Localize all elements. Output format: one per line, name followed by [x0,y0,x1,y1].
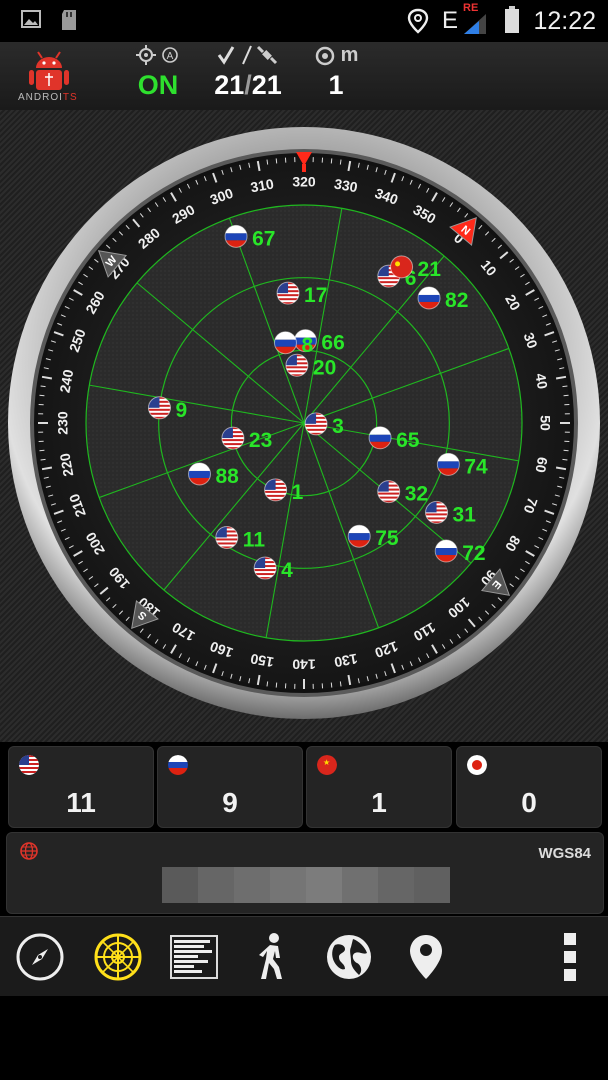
count-card-gps[interactable]: 11 [8,746,154,828]
degree-tick [562,385,568,388]
satellite-id: 82 [445,289,468,312]
svg-text:★: ★ [323,758,330,767]
degree-tick [339,159,342,165]
satellite-id: 74 [464,455,488,478]
degree-tick [275,158,278,164]
satellite-id: 11 [243,528,266,551]
satellites-block: 21/21 [204,44,292,101]
degree-tick [330,158,333,164]
nav-bar-area [0,996,608,1080]
location-panel: WGS84 [6,832,604,914]
degree-tick [266,681,269,687]
degree-tick [40,458,46,461]
count-card-glonass[interactable]: 9 [157,746,303,828]
degree-tick [339,681,342,687]
satellite-id: 23 [249,429,272,452]
satellite-id: 31 [453,503,477,526]
satellite-id: 72 [462,542,485,565]
sd-card-icon [60,8,80,38]
us-flag-icon [19,755,39,775]
accuracy-block: m 1 [306,44,366,101]
signal-bars-icon[interactable] [168,931,220,983]
degree-tick [40,385,46,388]
svg-text:A: A [167,51,174,62]
overflow-menu-icon[interactable] [546,931,598,983]
jp-flag-icon [467,755,487,775]
fix-status-block: A ON [130,44,186,101]
status-bar: E RE 12:22 [0,0,608,42]
degree-label: 230 [55,411,71,435]
constellation-counts: 11 9 ★ 1 0 [0,742,608,830]
satellite-id: 8 [301,334,313,357]
signal-icon [462,14,488,42]
gps-fix-icons: A [130,44,186,68]
count-gps: 11 [66,787,96,818]
coordinates-redacted [162,867,450,903]
map-pin-icon[interactable] [400,931,452,983]
radar-icon[interactable] [92,931,144,983]
globe-icon[interactable] [323,931,375,983]
accuracy-unit: m [340,44,359,66]
android-robot-icon [29,51,69,90]
walk-icon[interactable] [246,931,298,983]
degree-tick [266,159,269,165]
satellite-id: 88 [216,465,240,488]
degree-label: 40 [532,372,550,390]
accuracy-value: 1 [328,70,344,100]
ru-flag-icon [168,755,188,775]
degree-tick [563,394,569,397]
satellite-id: 66 [321,332,344,355]
degree-tick [563,449,569,452]
network-badge: RE [463,2,479,14]
degree-tick [39,394,45,397]
satellite-id: 75 [375,527,399,550]
satellite-id: 17 [304,284,327,307]
logo-text: ANDROITS [18,92,78,103]
satellite-id: 32 [405,483,428,506]
count-card-qzss[interactable]: 0 [456,746,602,828]
satellites-count: 21/21 [214,70,282,100]
degree-label: 60 [532,456,550,474]
globe-red-icon [20,842,38,860]
satellite-id: 3 [332,415,344,438]
degree-tick [330,682,333,688]
gallery-icon [20,8,42,36]
radar-panel: 0 10 20 30 40 50 60 70 80 90 100 110 120 130 140 150 160… [0,110,608,742]
satellite-check-icons [204,44,292,68]
degree-tick [39,449,45,452]
network-type: E [442,7,459,34]
fix-status-value: ON [137,70,179,100]
count-glonass: 9 [222,787,238,818]
datum-label: WGS84 [538,845,591,862]
count-card-beidou[interactable]: ★ 1 [306,746,452,828]
satellite-id: 4 [281,559,293,582]
degree-tick [275,682,278,688]
satellite-id: 9 [175,399,187,422]
satellite-id: 1 [292,481,304,504]
degree-label: 50 [537,415,553,431]
battery-icon [504,6,520,40]
app-header: ANDROITS A ON 21/21 m 1 [0,42,608,111]
count-qzss: 0 [521,787,537,818]
degree-tick [562,458,568,461]
satellite-id: 65 [396,429,420,452]
satellite-id: 67 [252,227,275,250]
count-beidou: 1 [371,787,387,818]
satellite-id: 20 [313,356,336,379]
clock: 12:22 [533,7,596,35]
sky-radar[interactable]: 0102030405060708090100110120130140150160… [0,110,608,742]
degree-label: 320 [292,174,316,190]
bottom-toolbar [0,916,608,997]
cn-flag-icon: ★ [317,755,337,775]
location-icon [407,8,429,40]
accuracy-icons: m [306,44,366,68]
satellite-id: 21 [418,258,442,281]
compass-icon[interactable] [14,931,66,983]
degree-label: 140 [292,656,316,672]
